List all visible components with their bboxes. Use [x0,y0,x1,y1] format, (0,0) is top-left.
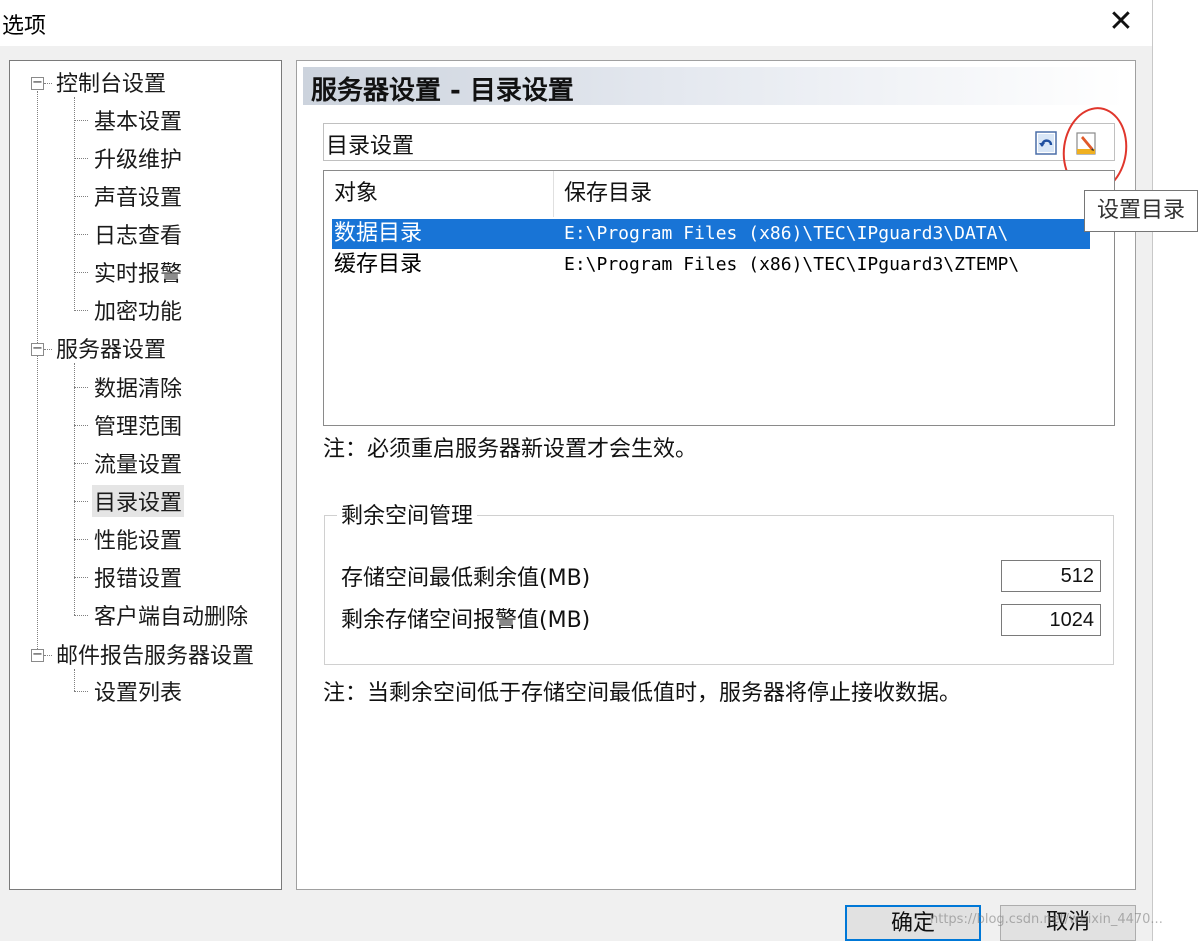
tree-connector [74,577,88,578]
directory-toolbar-label: 目录设置 [326,134,415,159]
tree-item-client-auto-delete[interactable]: 客户端自动删除 [92,599,250,631]
column-header-save-directory[interactable]: 保存目录 [554,171,1114,217]
tree-connector [74,272,88,273]
list-item[interactable]: 缓存目录 E:\Program Files (x86)\TEC\IPguard3… [332,250,1090,280]
close-button[interactable]: ✕ [1098,0,1144,46]
free-space-group: 剩余空间管理 存储空间最低剩余值(MB) 剩余存储空间报警值(MB) [324,498,1114,665]
tree-connector [74,615,88,616]
tree-connector [74,425,88,426]
free-space-note: 注：当剩余空间低于存储空间最低值时，服务器将停止接收数据。 [323,681,962,706]
section-header: 服务器设置 - 目录设置 [303,67,1125,106]
tree-connector [44,349,52,350]
tree-connector [44,83,52,84]
tree-connector [74,234,88,235]
tree-connector [74,691,88,692]
settings-content-panel: 服务器设置 - 目录设置 目录设置 对象 保存目录 数据目录 E:\Progra… [296,60,1136,890]
watermark: https://blog.csdn.net/weixin_4470... [930,912,1163,927]
row-object-name: 数据目录 [334,221,423,246]
restore-icon [1035,131,1057,155]
tree-item-realtime-alert[interactable]: 实时报警 [92,256,184,288]
close-icon: ✕ [1108,4,1134,39]
tree-connector [74,539,88,540]
tree-item-basic-settings[interactable]: 基本设置 [92,104,184,136]
tree-connector [74,310,88,311]
row-directory-path: E:\Program Files (x86)\TEC\IPguard3\DATA… [564,223,1009,244]
tree-item-performance-settings[interactable]: 性能设置 [92,523,184,555]
min-free-input[interactable] [1001,560,1101,592]
tree-item-data-clear[interactable]: 数据清除 [92,371,184,403]
title-bar: 选项 ✕ [0,0,1152,46]
tree-connector [74,196,88,197]
collapse-icon[interactable]: − [31,76,44,90]
alert-threshold-label: 剩余存储空间报警值(MB) [341,608,591,633]
directory-toolbar: 目录设置 [323,123,1115,161]
section-title: 服务器设置 - 目录设置 [311,76,574,106]
directory-list[interactable]: 对象 保存目录 数据目录 E:\Program Files (x86)\TEC\… [323,170,1115,426]
column-header-object[interactable]: 对象 [324,171,554,217]
tree-item-directory-settings[interactable]: 目录设置 [92,485,185,517]
tree-item-log-view[interactable]: 日志查看 [92,218,184,250]
tree-connector [44,655,52,656]
options-dialog: 选项 ✕ − 控制台设置 基本设置 升级维护 声音设置 日志查看 实时报警 加密… [0,0,1153,941]
restore-default-button[interactable] [1034,130,1060,156]
tree-item-traffic-settings[interactable]: 流量设置 [92,447,184,479]
tree-group-mail-report-server[interactable]: 邮件报告服务器设置 [54,638,256,670]
dialog-title: 选项 [2,14,47,39]
tree-connector [74,387,88,388]
tree-item-encryption[interactable]: 加密功能 [92,294,184,326]
free-space-group-title: 剩余空间管理 [337,498,478,530]
tree-connector [37,91,38,659]
tree-connector [74,501,88,502]
tree-connector [74,120,88,121]
tree-item-settings-list[interactable]: 设置列表 [92,675,184,707]
list-item[interactable]: 数据目录 E:\Program Files (x86)\TEC\IPguard3… [332,219,1090,249]
restart-note: 注：必须重启服务器新设置才会生效。 [323,437,698,462]
alert-threshold-input[interactable] [1001,604,1101,636]
row-directory-path: E:\Program Files (x86)\TEC\IPguard3\ZTEM… [564,254,1020,275]
min-free-label: 存储空间最低剩余值(MB) [341,566,591,591]
collapse-icon[interactable]: − [31,648,44,662]
tree-group-server-settings[interactable]: 服务器设置 [54,332,168,364]
tree-connector [74,158,88,159]
tree-item-sound-settings[interactable]: 声音设置 [92,180,184,212]
tree-item-upgrade-maintenance[interactable]: 升级维护 [92,142,184,174]
collapse-icon[interactable]: − [31,342,44,356]
tree-connector [74,463,88,464]
set-directory-button[interactable] [1074,130,1100,156]
tree-connector [74,97,75,311]
tree-item-error-report-settings[interactable]: 报错设置 [92,561,184,593]
set-directory-tooltip: 设置目录 [1084,190,1198,232]
tree-group-console-settings[interactable]: 控制台设置 [54,66,168,98]
row-object-name: 缓存目录 [334,252,423,277]
tree-item-management-scope[interactable]: 管理范围 [92,409,184,441]
edit-directory-icon [1076,132,1096,155]
settings-tree: − 控制台设置 基本设置 升级维护 声音设置 日志查看 实时报警 加密功能 − … [9,60,282,890]
tree-connector [74,669,75,691]
